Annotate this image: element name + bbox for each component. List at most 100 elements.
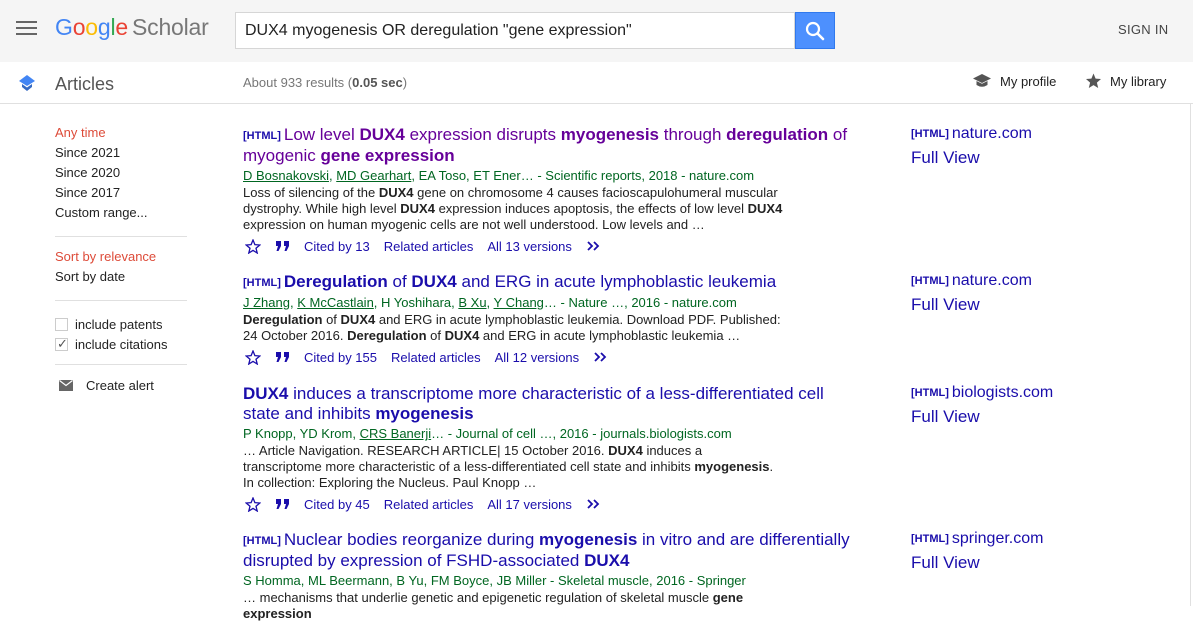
- cite-quote-icon[interactable]: [275, 351, 291, 363]
- cite-quote-icon[interactable]: [275, 498, 291, 510]
- title-text: Low level: [283, 125, 360, 144]
- title-text: myogenesis: [560, 125, 660, 144]
- source-domain: nature.com: [951, 272, 1032, 289]
- author-text: , EA Toso, ET Ener… - Scientific reports…: [411, 168, 755, 183]
- create-alert-label: Create alert: [86, 378, 154, 393]
- result-title: [HTML] Nuclear bodies reorganize during m…: [243, 530, 863, 571]
- search-icon: [805, 21, 825, 41]
- author-link[interactable]: CRS Banerji: [360, 426, 432, 441]
- full-view-link[interactable]: Full View: [911, 405, 1053, 429]
- fulltext-source-link[interactable]: [HTML] nature.com: [911, 269, 1032, 293]
- author-link[interactable]: Y Chang: [494, 295, 544, 310]
- result-title-link[interactable]: Deregulation of DUX4 and ERG in acute ly…: [284, 272, 776, 291]
- logo-google: Google: [55, 14, 128, 40]
- google-scholar-logo[interactable]: Google Scholar: [55, 14, 209, 41]
- author-link[interactable]: D Bosnakovski: [243, 168, 329, 183]
- results-count-text: About 933 results (: [243, 75, 353, 90]
- save-star-icon[interactable]: [245, 496, 261, 512]
- include-patents-label: include patents: [75, 316, 163, 332]
- side-fulltext: [HTML] springer.com Full View: [911, 527, 1043, 575]
- result-actions: Cited by 13 Related articles All 13 versio…: [243, 236, 863, 256]
- all-versions-link[interactable]: All 12 versions: [495, 350, 580, 365]
- result-title-link[interactable]: DUX4 induces a transcriptome more charac…: [243, 384, 824, 423]
- full-view-link[interactable]: Full View: [911, 293, 1032, 317]
- my-library-link[interactable]: My library: [1085, 73, 1166, 89]
- full-view-link[interactable]: Full View: [911, 551, 1043, 575]
- snippet-text: DUX4: [747, 201, 783, 216]
- all-versions-link[interactable]: All 17 versions: [487, 497, 572, 512]
- more-chevrons-icon[interactable]: [586, 240, 602, 252]
- author-link[interactable]: B Xu: [458, 295, 486, 310]
- more-chevrons-icon[interactable]: [593, 351, 609, 363]
- fulltext-source-link[interactable]: [HTML] nature.com: [911, 122, 1032, 146]
- filter-since-2017[interactable]: Since 2017: [55, 186, 187, 206]
- include-citations-checkbox[interactable]: include citations: [55, 334, 187, 354]
- filter-since-2021[interactable]: Since 2021: [55, 146, 187, 166]
- save-star-icon[interactable]: [245, 238, 261, 254]
- graduation-cap-icon: [973, 74, 991, 87]
- create-alert-button[interactable]: Create alert: [59, 378, 187, 393]
- fulltext-source-link[interactable]: [HTML] biologists.com: [911, 381, 1053, 405]
- author-text: … - Nature …, 2016 - nature.com: [543, 295, 737, 310]
- result-snippet: Loss of silencing of the DUX4 gene on ch…: [243, 185, 783, 233]
- title-text: DUX4: [584, 551, 630, 570]
- snippet-text: myogenesis: [694, 459, 770, 474]
- more-chevrons-icon[interactable]: [586, 498, 602, 510]
- result-item: [HTML] Low level DUX4 expression disrupts…: [243, 125, 863, 256]
- source-domain: biologists.com: [951, 384, 1054, 401]
- cited-by-link[interactable]: Cited by 45: [304, 497, 370, 512]
- title-text: of: [387, 272, 412, 291]
- author-link[interactable]: MD Gearhart: [336, 168, 411, 183]
- author-link[interactable]: K McCastlain: [297, 295, 374, 310]
- filter-custom-range[interactable]: Custom range...: [55, 206, 187, 226]
- snippet-text: DUX4: [608, 443, 643, 458]
- top-bar: Google Scholar DUX4 myogenesis OR deregul…: [0, 0, 1193, 62]
- title-text: myogenesis: [375, 404, 474, 423]
- snippet-text: DUX4: [400, 201, 435, 216]
- html-tag: [HTML]: [911, 275, 949, 287]
- search-input[interactable]: DUX4 myogenesis OR deregulation "gene ex…: [235, 12, 795, 49]
- full-view-link[interactable]: Full View: [911, 146, 1032, 170]
- sort-by-date[interactable]: Sort by date: [55, 270, 187, 290]
- include-citations-label: include citations: [75, 336, 168, 352]
- author-text: S Homma, ML Beermann, B Yu, FM Boyce, JB…: [243, 573, 746, 588]
- sub-bar: Articles About 933 results (0.05 sec) My…: [0, 62, 1193, 104]
- result-snippet: Deregulation of DUX4 and ERG in acute ly…: [243, 312, 783, 344]
- checkbox-unchecked-icon: [55, 317, 68, 331]
- result-snippet: … mechanisms that underlie genetic and e…: [243, 590, 783, 622]
- result-actions: Cited by 45 Related articles All 17 versio…: [243, 494, 863, 514]
- cited-by-link[interactable]: Cited by 13: [304, 239, 370, 254]
- result-title-link[interactable]: Low level DUX4 expression disrupts myoge…: [243, 125, 847, 165]
- title-text: myogenesis: [539, 530, 638, 549]
- sidebar-divider: [55, 300, 187, 301]
- logo-letter: g: [97, 14, 111, 40]
- all-versions-link[interactable]: All 13 versions: [487, 239, 572, 254]
- fulltext-source-link[interactable]: [HTML] springer.com: [911, 527, 1043, 551]
- logo-letter: e: [115, 14, 128, 40]
- snippet-text: … mechanisms that underlie genetic and e…: [243, 590, 713, 605]
- my-profile-link[interactable]: My profile: [972, 73, 1056, 89]
- snippet-text: Deregulation: [347, 328, 427, 343]
- filter-since-2020[interactable]: Since 2020: [55, 166, 187, 186]
- author-text: , H Yoshihara,: [373, 295, 459, 310]
- cited-by-link[interactable]: Cited by 155: [304, 350, 377, 365]
- sort-by-relevance[interactable]: Sort by relevance: [55, 250, 187, 270]
- result-authors: J Zhang, K McCastlain, H Yoshihara, B Xu…: [243, 295, 863, 311]
- save-star-icon[interactable]: [245, 349, 261, 365]
- author-link[interactable]: J Zhang: [243, 295, 290, 310]
- sign-in-button[interactable]: SIGN IN: [1118, 22, 1169, 37]
- include-patents-checkbox[interactable]: include patents: [55, 314, 187, 334]
- articles-icon: [19, 75, 35, 91]
- right-divider: [1190, 104, 1191, 606]
- related-articles-link[interactable]: Related articles: [384, 239, 474, 254]
- result-item: [HTML] Deregulation of DUX4 and ERG in ac…: [243, 272, 863, 367]
- related-articles-link[interactable]: Related articles: [384, 497, 474, 512]
- filter-any-time[interactable]: Any time: [55, 126, 187, 146]
- cite-quote-icon[interactable]: [275, 240, 291, 252]
- html-tag: [HTML]: [911, 128, 949, 140]
- related-articles-link[interactable]: Related articles: [391, 350, 481, 365]
- menu-icon[interactable]: [16, 21, 37, 35]
- search-button[interactable]: [795, 12, 835, 49]
- articles-label[interactable]: Articles: [55, 74, 114, 95]
- result-title-link[interactable]: Nuclear bodies reorganize during myogene…: [243, 530, 850, 570]
